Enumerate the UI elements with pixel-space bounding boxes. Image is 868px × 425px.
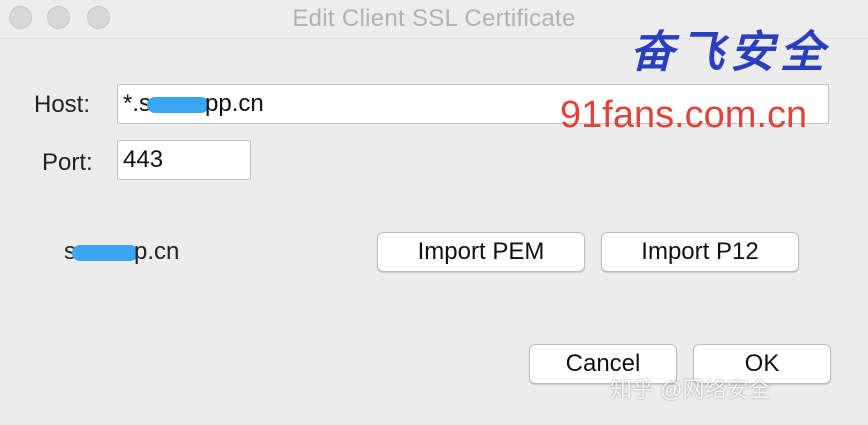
redaction-mark (72, 244, 138, 261)
watermark-url: 91fans.com.cn (560, 94, 808, 136)
host-value-suffix: pp.cn (205, 90, 264, 117)
certificate-domain: s p.cn (64, 238, 179, 266)
port-input[interactable]: 443 (117, 140, 251, 180)
port-label: Port: (42, 149, 93, 176)
watermark-zhihu: 知乎 @网络安全 (610, 377, 771, 402)
watermark-logo-text: 奋飞安全 (630, 27, 830, 78)
import-pem-button[interactable]: Import PEM (377, 232, 585, 272)
certificate-domain-suffix: p.cn (134, 238, 180, 265)
redaction-mark (147, 96, 210, 113)
host-label: Host: (34, 91, 91, 118)
import-p12-button[interactable]: Import P12 (601, 232, 799, 272)
